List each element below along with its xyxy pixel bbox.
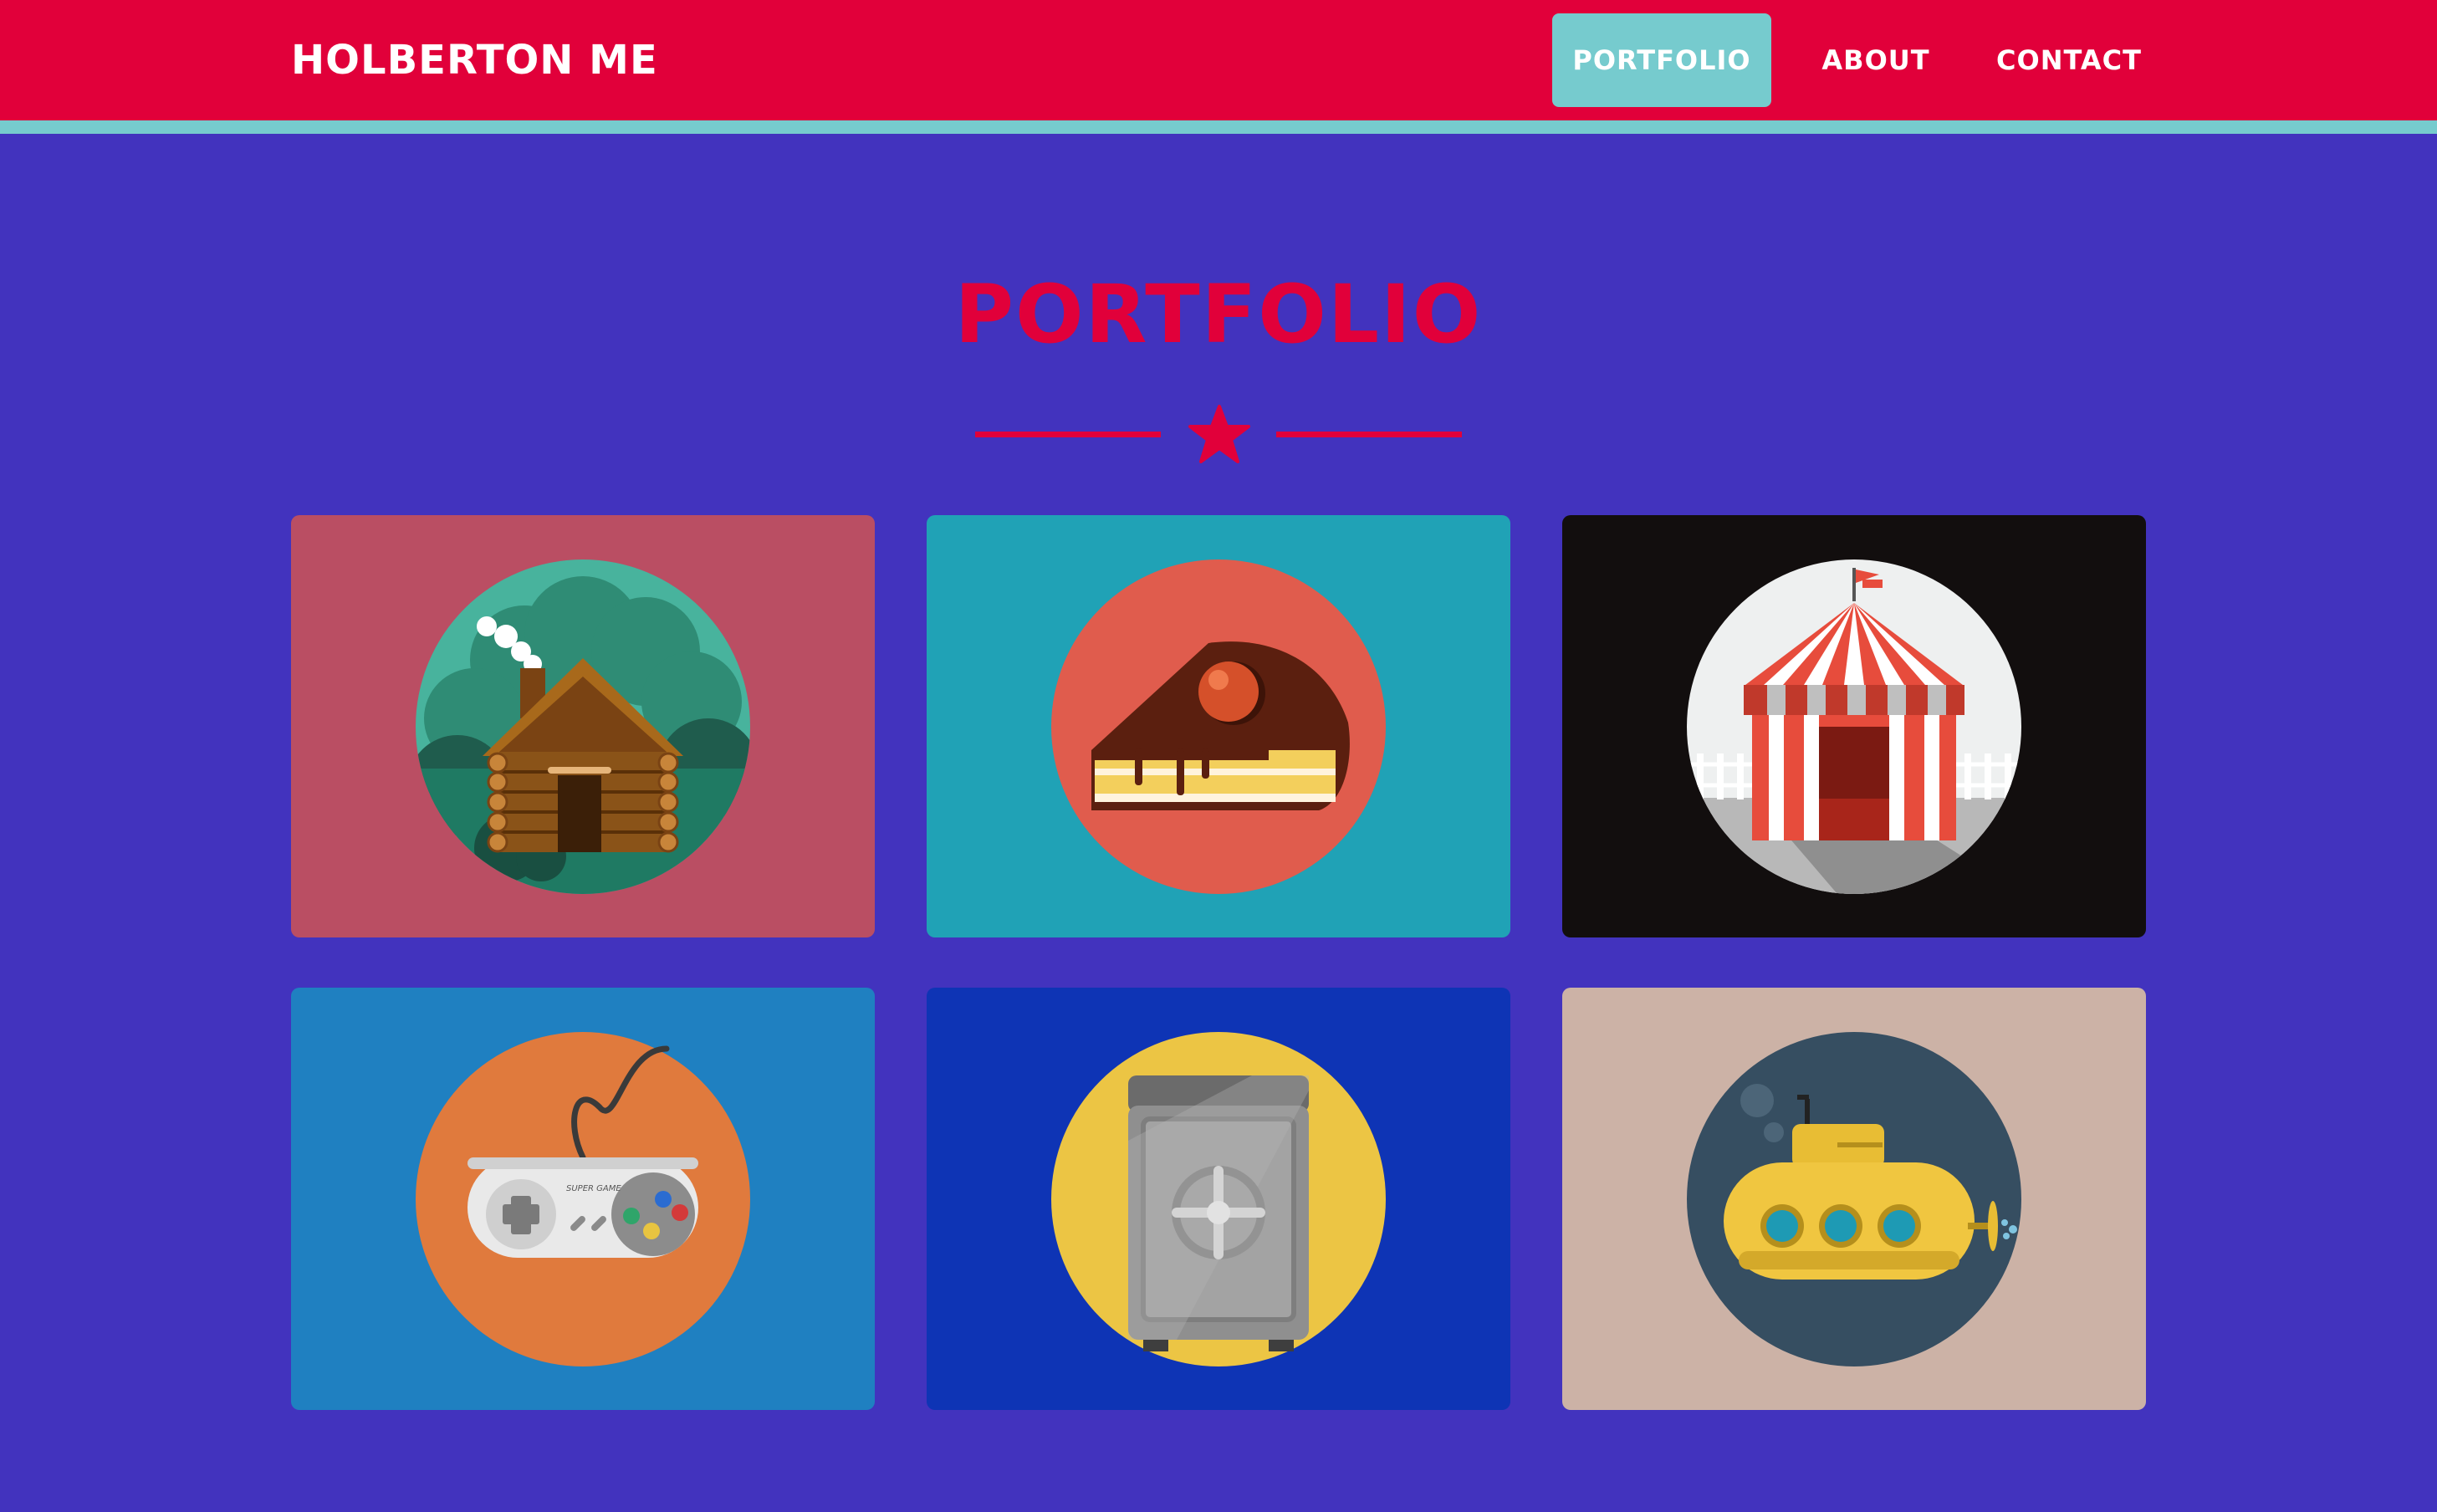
cake-slice-icon (1051, 559, 1386, 894)
portfolio-item-circus[interactable] (1562, 515, 2146, 937)
nav-link-contact[interactable]: CONTACT (1970, 13, 2168, 107)
portfolio-heading: PORTFOLIO (954, 268, 1483, 361)
divider-line-left (975, 432, 1161, 437)
nav-link-portfolio[interactable]: PORTFOLIO (1552, 13, 1771, 107)
portfolio-item-submarine[interactable] (1562, 988, 2146, 1410)
star-icon (1188, 405, 1250, 463)
divider-line-right (1276, 432, 1462, 437)
portfolio-item-cabin[interactable] (291, 515, 875, 937)
controller-label: SUPER GAME (566, 1184, 621, 1193)
brand-link[interactable]: HOLBERTON ME (291, 0, 658, 120)
safe-icon (1051, 1032, 1386, 1366)
submarine-icon (1687, 1032, 2021, 1366)
portfolio-item-controller[interactable]: SUPER GAME (291, 988, 875, 1410)
nav-link-about[interactable]: ABOUT (1795, 13, 1957, 107)
game-controller-icon: SUPER GAME (416, 1032, 750, 1366)
log-cabin-icon (416, 559, 750, 894)
circus-tent-icon (1687, 559, 2021, 894)
portfolio-item-safe[interactable] (927, 988, 1510, 1410)
navbar: HOLBERTON ME PORTFOLIO ABOUT CONTACT (0, 0, 2437, 134)
portfolio-item-cake[interactable] (927, 515, 1510, 937)
